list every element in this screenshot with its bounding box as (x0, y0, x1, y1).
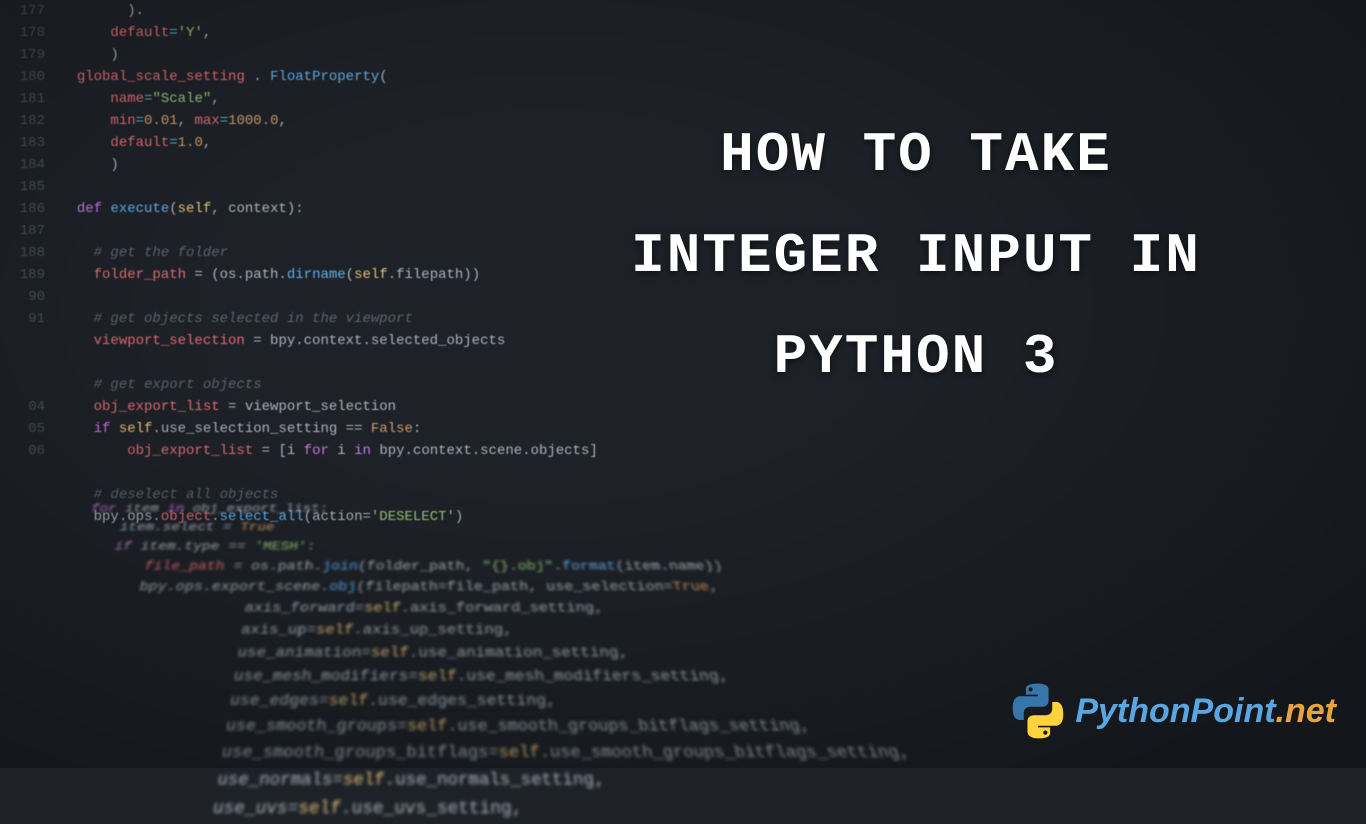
line-number (0, 484, 45, 506)
code-line: folder_path = (os.path.dirname(self.file… (60, 264, 598, 286)
code-line: use_animation=self.use_animation_setting… (5, 642, 880, 665)
code-line: default=1.0, (60, 132, 598, 154)
code-line: viewport_selection = bpy.context.selecte… (60, 330, 598, 352)
line-number (0, 506, 45, 528)
line-number-gutter: 1771781791801811821831841851861871881899… (0, 0, 55, 550)
code-line: use_mesh_modifiers=self.use_mesh_modifie… (0, 665, 888, 689)
title-line: HOW TO TAKE (526, 105, 1306, 206)
line-number (0, 374, 45, 396)
code-line: axis_forward=self.axis_forward_setting, (20, 598, 864, 620)
code-line: default='Y', (60, 22, 598, 44)
code-line: use_edges=self.use_edges_setting, (0, 689, 896, 714)
line-number: 90 (0, 286, 45, 308)
line-number (0, 330, 45, 352)
code-line: obj_export_list = [i for i in bpy.contex… (60, 440, 598, 462)
code-line: if item.type == 'MESH': (41, 537, 844, 557)
code-line: axis_up=self.axis_up_setting, (13, 619, 872, 641)
code-line: min=0.01, max=1000.0, (60, 110, 598, 132)
code-line: use_smooth_groups=self.use_smooth_groups… (0, 714, 905, 740)
code-line: use_smooth_groups_bitflags=self.use_smoo… (0, 740, 914, 767)
code-line: obj_export_list = viewport_selection (60, 396, 598, 418)
code-body: ). default='Y', ) global_scale_setting .… (60, 0, 598, 550)
code-line: use_normals=self.use_normals_setting, (0, 767, 923, 795)
code-line: # get export objects (60, 374, 598, 396)
line-number: 186 (0, 198, 45, 220)
code-perspective-footer: for item in obj_export_list: item.select… (0, 500, 933, 824)
python-logo-icon (1009, 682, 1067, 740)
title-line: PYTHON 3 (526, 307, 1306, 408)
line-number: 180 (0, 66, 45, 88)
code-line: use_uvs=self.use_uvs_setting, (0, 795, 933, 824)
code-line (60, 352, 598, 374)
line-number: 187 (0, 220, 45, 242)
code-line: global_scale_setting . FloatProperty( (60, 66, 598, 88)
code-line: if self.use_selection_setting == False: (60, 418, 598, 440)
line-number: 178 (0, 22, 45, 44)
line-number: 179 (0, 44, 45, 66)
code-line (60, 220, 598, 242)
code-line: item.select = True (48, 518, 837, 537)
code-line (60, 462, 598, 484)
code-line: bpy.ops.export_scene.obj(filepath=file_p… (27, 577, 857, 598)
code-line (60, 176, 598, 198)
brand-logo: PythonPoint.net (1009, 682, 1336, 740)
hero-title: HOW TO TAKE INTEGER INPUT IN PYTHON 3 (526, 105, 1306, 407)
line-number (0, 352, 45, 374)
line-number: 189 (0, 264, 45, 286)
title-line: INTEGER INPUT IN (526, 206, 1306, 307)
code-line: ). (60, 0, 598, 22)
line-number: 91 (0, 308, 45, 330)
code-line: ) (60, 44, 598, 66)
line-number: 182 (0, 110, 45, 132)
code-line: for item in obj_export_list: (54, 500, 831, 518)
code-line: file_path = os.path.join(folder_path, "{… (34, 557, 850, 577)
line-number: 188 (0, 242, 45, 264)
line-number: 177 (0, 0, 45, 22)
line-number: 04 (0, 396, 45, 418)
code-line: # get objects selected in the viewport (60, 308, 598, 330)
brand-tld: .net (1276, 692, 1336, 730)
brand-name: PythonPoint (1075, 692, 1275, 730)
line-number (0, 528, 45, 550)
code-line (60, 286, 598, 308)
code-line: ) (60, 154, 598, 176)
line-number: 181 (0, 88, 45, 110)
line-number: 184 (0, 154, 45, 176)
line-number: 06 (0, 440, 45, 462)
code-line: def execute(self, context): (60, 198, 598, 220)
line-number: 05 (0, 418, 45, 440)
brand-text: PythonPoint.net (1075, 692, 1336, 731)
line-number (0, 462, 45, 484)
line-number: 183 (0, 132, 45, 154)
line-number: 185 (0, 176, 45, 198)
code-line: name="Scale", (60, 88, 598, 110)
code-line: # get the folder (60, 242, 598, 264)
